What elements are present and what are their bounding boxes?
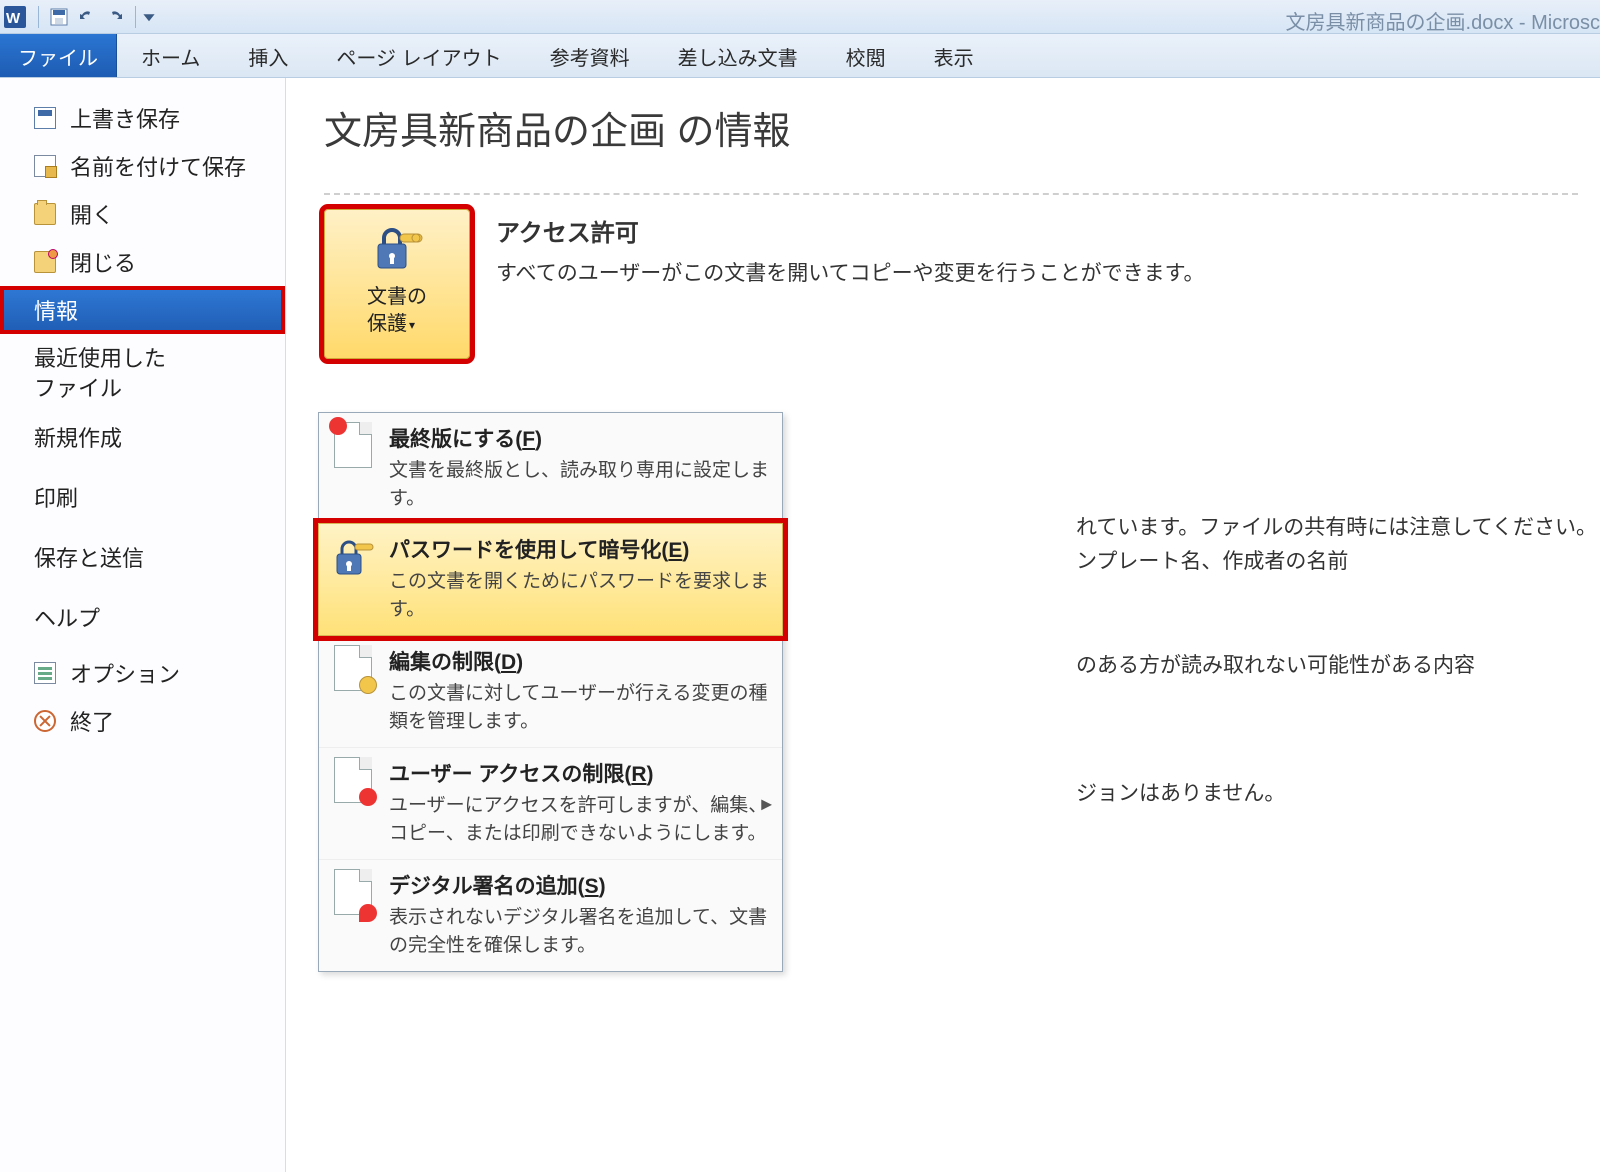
- nav-options[interactable]: オプション: [0, 649, 285, 697]
- page-title: 文房具新商品の企画 の情報: [324, 100, 1578, 155]
- window-title: 文房具新商品の企画.docx - Microsc: [1286, 6, 1600, 35]
- nav-info-label: 情報: [34, 294, 78, 326]
- tab-file[interactable]: ファイル: [0, 34, 117, 77]
- nav-save-as-label: 名前を付けて保存: [70, 150, 246, 182]
- nav-exit[interactable]: 終了: [0, 697, 285, 745]
- backstage-nav: 上書き保存 名前を付けて保存 開く 閉じる 情報 最近使用した ファイル 新規作…: [0, 78, 286, 1172]
- quick-access-toolbar: W 文房具新商品の企画.docx - Microsc: [0, 0, 1600, 34]
- nav-help-label: ヘルプ: [34, 601, 100, 633]
- section-divider: [324, 193, 1578, 195]
- save-as-icon: [34, 155, 56, 177]
- mark-final-icon: [331, 423, 375, 467]
- menu-access-desc: ユーザーにアクセスを許可しますが、編集、コピー、または印刷できないようにします。: [389, 792, 770, 847]
- qat-customize-icon[interactable]: [142, 5, 156, 29]
- bg-share-caution: れています。ファイルの共有時には注意してください。: [1076, 512, 1597, 545]
- nav-print-label: 印刷: [34, 481, 78, 513]
- restrict-access-icon: [331, 758, 375, 802]
- nav-recent-line1: 最近使用した: [34, 344, 166, 374]
- ribbon-tabs: ファイル ホーム 挿入 ページ レイアウト 参考資料 差し込み文書 校閲 表示: [0, 34, 1600, 78]
- word-app-icon: W: [4, 6, 26, 28]
- nav-recent[interactable]: 最近使用した ファイル: [0, 334, 285, 413]
- menu-restrict-title: 編集の制限(D): [389, 646, 770, 676]
- menu-access-title: ユーザー アクセスの制限(R): [389, 758, 770, 788]
- qat-save-icon[interactable]: [45, 5, 73, 29]
- folder-open-icon: [34, 203, 56, 225]
- permissions-section: 文書の 保護▾ アクセス許可 すべてのユーザーがこの文書を開いてコピーや変更を行…: [324, 209, 1578, 359]
- nav-new-label: 新規作成: [34, 421, 122, 453]
- nav-close-label: 閉じる: [70, 246, 136, 278]
- nav-open-label: 開く: [70, 198, 114, 230]
- submenu-arrow-icon: ▶: [761, 795, 772, 812]
- nav-open[interactable]: 開く: [0, 190, 285, 238]
- nav-save-send[interactable]: 保存と送信: [0, 533, 285, 581]
- tab-page-layout[interactable]: ページ レイアウト: [312, 34, 525, 77]
- nav-exit-label: 終了: [70, 705, 114, 737]
- tab-review[interactable]: 校閲: [822, 34, 910, 77]
- tab-view[interactable]: 表示: [910, 34, 998, 77]
- protect-document-button[interactable]: 文書の 保護▾: [324, 209, 470, 359]
- menu-signature-desc: 表示されないデジタル署名を追加して、文書の完全性を確保します。: [389, 904, 770, 959]
- permissions-heading: アクセス許可: [496, 213, 1578, 248]
- lock-key-icon: [370, 220, 424, 274]
- menu-mark-final-title: 最終版にする(F): [389, 423, 770, 453]
- tab-home[interactable]: ホーム: [117, 34, 224, 77]
- nav-save-send-label: 保存と送信: [34, 541, 144, 573]
- qat-undo-icon[interactable]: [73, 5, 101, 29]
- bg-no-version: ジョンはありません。: [1076, 778, 1285, 811]
- menu-add-signature[interactable]: デジタル署名の追加(S) 表示されないデジタル署名を追加して、文書の完全性を確保…: [319, 859, 782, 971]
- qat-separator: [38, 6, 39, 28]
- nav-save-label: 上書き保存: [70, 102, 180, 134]
- restrict-editing-icon: [331, 646, 375, 690]
- menu-encrypt-desc: この文書を開くためにパスワードを要求します。: [389, 568, 770, 623]
- nav-save[interactable]: 上書き保存: [0, 94, 285, 142]
- tab-insert[interactable]: 挿入: [224, 34, 312, 77]
- menu-encrypt-password[interactable]: パスワードを使用して暗号化(E) この文書を開くためにパスワードを要求します。: [318, 523, 783, 636]
- tab-mailings[interactable]: 差し込み文書: [654, 34, 822, 77]
- bg-template-author: ンプレート名、作成者の名前: [1076, 546, 1348, 579]
- digital-signature-icon: [331, 870, 375, 914]
- bg-disability: のある方が読み取れない可能性がある内容: [1076, 650, 1475, 683]
- nav-options-label: オプション: [70, 657, 180, 689]
- nav-print[interactable]: 印刷: [0, 473, 285, 521]
- nav-help[interactable]: ヘルプ: [0, 593, 285, 641]
- qat-separator-2: [135, 6, 136, 28]
- options-icon: [34, 662, 56, 684]
- folder-close-icon: [34, 251, 56, 273]
- protect-button-label: 文書の 保護▾: [351, 284, 443, 338]
- menu-encrypt-title: パスワードを使用して暗号化(E): [389, 534, 770, 564]
- menu-signature-title: デジタル署名の追加(S): [389, 870, 770, 900]
- nav-save-as[interactable]: 名前を付けて保存: [0, 142, 285, 190]
- tab-references[interactable]: 参考資料: [526, 34, 654, 77]
- nav-new[interactable]: 新規作成: [0, 413, 285, 461]
- qat-redo-icon[interactable]: [101, 5, 129, 29]
- menu-mark-final[interactable]: 最終版にする(F) 文書を最終版とし、読み取り専用に設定します。: [319, 413, 782, 524]
- permissions-body: すべてのユーザーがこの文書を開いてコピーや変更を行うことができます。: [496, 258, 1578, 291]
- nav-info[interactable]: 情報: [0, 286, 285, 334]
- save-icon: [34, 107, 56, 129]
- menu-restrict-desc: この文書に対してユーザーが行える変更の種類を管理します。: [389, 680, 770, 735]
- exit-icon: [34, 710, 56, 732]
- menu-restrict-editing[interactable]: 編集の制限(D) この文書に対してユーザーが行える変更の種類を管理します。: [319, 635, 782, 747]
- menu-mark-final-desc: 文書を最終版とし、読み取り専用に設定します。: [389, 457, 770, 512]
- menu-restrict-access[interactable]: ユーザー アクセスの制限(R) ユーザーにアクセスを許可しますが、編集、コピー、…: [319, 747, 782, 859]
- nav-close[interactable]: 閉じる: [0, 238, 285, 286]
- encrypt-lock-icon: [331, 534, 375, 578]
- protect-document-menu: 最終版にする(F) 文書を最終版とし、読み取り専用に設定します。 パスワードを使…: [318, 412, 783, 972]
- nav-recent-line2: ファイル: [34, 374, 166, 404]
